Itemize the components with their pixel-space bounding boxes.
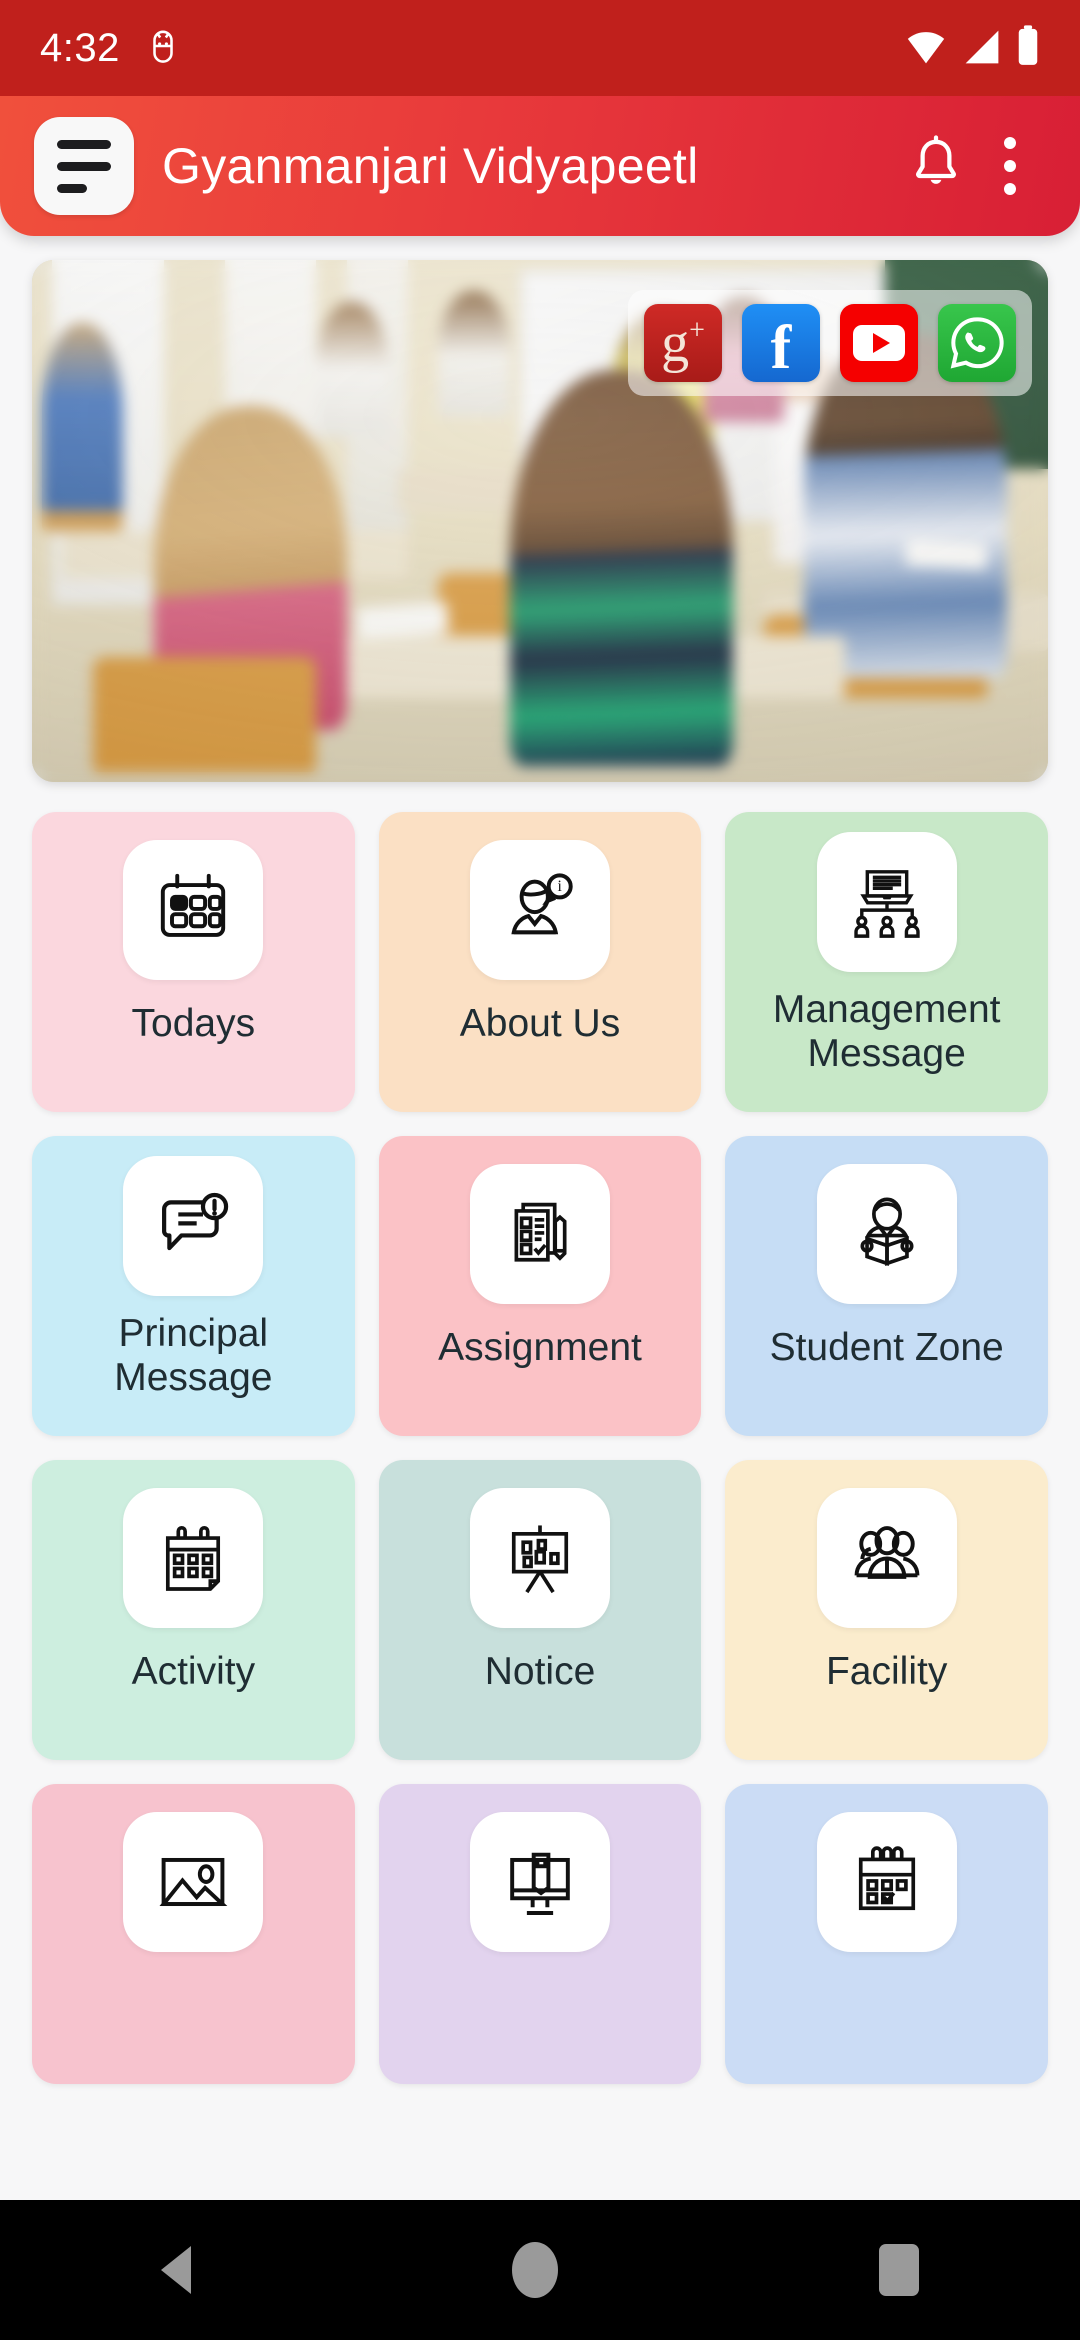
whatsapp-icon[interactable] — [938, 304, 1016, 382]
notice-board-icon — [469, 1488, 610, 1628]
banner-carousel[interactable]: g+ f — [32, 260, 1048, 782]
social-links-bar: g+ f — [628, 290, 1032, 396]
tile-gallery[interactable] — [32, 1784, 355, 2084]
status-bar-left: 4:32 — [40, 26, 180, 71]
tile-principal-message[interactable]: Principal Message — [32, 1136, 355, 1436]
image-gallery-icon — [123, 1812, 264, 1952]
youtube-icon[interactable] — [840, 304, 918, 382]
checklist-pencil-icon — [469, 1164, 610, 1304]
back-triangle-icon[interactable] — [160, 2246, 191, 2294]
hamburger-menu-icon[interactable] — [34, 117, 134, 215]
tile-attendance[interactable] — [725, 1784, 1048, 2084]
student-reading-icon — [816, 1164, 957, 1304]
tile-student-zone[interactable]: Student Zone — [725, 1136, 1048, 1436]
google-plus-icon[interactable]: g+ — [644, 304, 722, 382]
dashboard-tile-grid: Todays i About Us Management Message Pri… — [32, 812, 1048, 2084]
svg-text:i: i — [557, 878, 562, 895]
facebook-glyph: f — [770, 313, 792, 382]
calendar-today-icon — [123, 840, 264, 980]
tile-label: About Us — [459, 1002, 621, 1045]
usb-debug-icon — [146, 26, 180, 71]
people-group-icon — [816, 1488, 957, 1628]
tile-notice[interactable]: Notice — [378, 1460, 702, 1760]
tile-about-us[interactable]: i About Us — [378, 812, 702, 1112]
bell-icon[interactable] — [898, 121, 974, 211]
status-bar-right — [904, 24, 1040, 72]
android-nav-bar — [0, 2200, 1080, 2340]
tile-todays[interactable]: Todays — [32, 812, 355, 1112]
tile-management-message[interactable]: Management Message — [725, 812, 1048, 1112]
tile-label: Activity — [131, 1650, 256, 1693]
tile-label: Management Message — [772, 988, 1001, 1075]
tile-label: Todays — [131, 1002, 256, 1045]
tile-facility[interactable]: Facility — [725, 1460, 1048, 1760]
home-circle-icon[interactable] — [511, 2242, 558, 2298]
scroll-content[interactable]: g+ f Todays i About Us Management Messag… — [0, 236, 1080, 2200]
tile-activity[interactable]: Activity — [32, 1460, 355, 1760]
chat-alert-icon — [123, 1156, 264, 1296]
whatsapp-glyph — [950, 317, 1004, 369]
tile-e-learning[interactable] — [378, 1784, 702, 2084]
status-bar: 4:32 — [0, 0, 1080, 96]
facebook-icon[interactable]: f — [742, 304, 820, 382]
page-title: Gyanmanjari Vidyapeetl — [162, 138, 699, 194]
more-vertical-icon[interactable] — [974, 121, 1046, 211]
tile-label: Assignment — [438, 1326, 642, 1369]
person-info-icon: i — [469, 840, 610, 980]
recents-square-icon[interactable] — [879, 2244, 920, 2296]
wifi-icon — [904, 27, 948, 72]
cellular-signal-icon — [962, 27, 1002, 72]
calendar-check-icon — [816, 1812, 957, 1952]
e-learning-monitor-icon — [469, 1812, 610, 1952]
tile-label: Notice — [484, 1650, 596, 1693]
status-clock: 4:32 — [40, 25, 120, 70]
tile-label: Facility — [825, 1650, 948, 1693]
tile-assignment[interactable]: Assignment — [378, 1136, 702, 1436]
tile-label: Principal Message — [114, 1312, 273, 1399]
app-bar: Gyanmanjari Vidyapeetl — [0, 96, 1080, 236]
org-chart-icon — [816, 832, 957, 972]
battery-icon — [1016, 24, 1040, 72]
youtube-glyph — [853, 325, 905, 361]
tile-label: Student Zone — [769, 1326, 1004, 1369]
google-plus-glyph: g+ — [661, 311, 705, 374]
calendar-pages-icon — [123, 1488, 264, 1628]
